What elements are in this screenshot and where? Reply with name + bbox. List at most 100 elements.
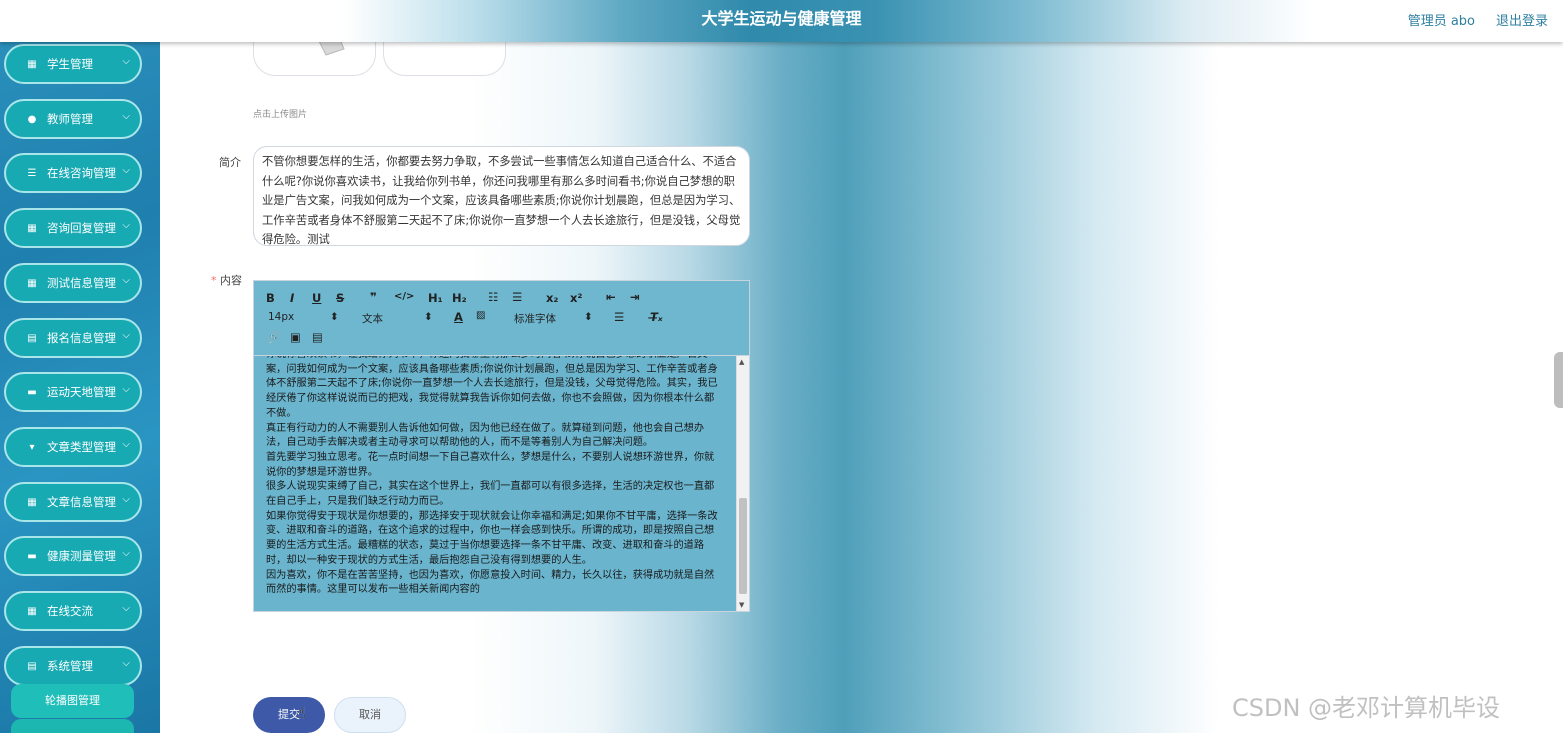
editor-content[interactable]: 你说你喜欢读书，让我给你列书单，你还问我哪里有那么多时间看书;你说自己梦想的职业… [254, 356, 736, 611]
content-paragraph: 很多人说现实束缚了自己，其实在这个世界上，我们一直都可以有很多选择，生活的决定权… [266, 481, 715, 508]
font-color-icon[interactable]: A [454, 310, 463, 324]
list-icon: ☰ [27, 167, 37, 179]
font-size-select[interactable]: 14px [268, 311, 294, 323]
chevron-down-icon: ⌵ [122, 56, 130, 67]
app-title: 大学生运动与健康管理 [701, 9, 862, 28]
chevron-down-icon: ⌵ [122, 111, 130, 122]
chevron-down-icon: ⌵ [122, 330, 130, 341]
sidebar-item-label: 文章类型管理 [47, 440, 116, 454]
scrollbar-thumb[interactable] [739, 498, 747, 594]
logout-link[interactable]: 退出登录 [1496, 10, 1548, 29]
underline-button[interactable]: U [312, 291, 321, 305]
grid-icon: ▦ [27, 58, 37, 70]
editor-toolbar: B I U S ❞ </> H₁ H₂ ☷ ☰ x₂ x² ⇤ ⇥ 14px ⬍… [254, 281, 749, 356]
sidebar-item-signup[interactable]: ▤ 报名信息管理 ⌵ [4, 318, 142, 358]
current-user[interactable]: 管理员 abo [1408, 10, 1475, 29]
grid-icon: ▦ [27, 496, 37, 508]
font-size-value: 14px [268, 311, 295, 323]
chevron-updown-icon: ⬍ [330, 311, 339, 323]
clipboard-icon: ▤ [27, 660, 37, 672]
outdent-icon[interactable]: ⇤ [606, 290, 616, 304]
sidebar-item-sports[interactable]: ▬ 运动天地管理 ⌵ [4, 372, 142, 412]
grid-icon: ▦ [27, 277, 37, 289]
blockquote-icon[interactable]: ❞ [370, 290, 377, 304]
align-icon[interactable]: ☰ [614, 310, 624, 324]
sidebar-item-consult[interactable]: ☰ 在线咨询管理 ⌵ [4, 153, 142, 193]
sidebar-item-test[interactable]: ▦ 测试信息管理 ⌵ [4, 263, 142, 303]
scroll-up-icon[interactable]: ▲ [739, 358, 744, 366]
required-mark: * [211, 274, 217, 287]
chevron-updown-icon: ⬍ [424, 311, 433, 323]
header-select[interactable]: 文本 [362, 311, 383, 326]
content-paragraph: 首先要学习独立思考。花一点时间想一下自己喜欢什么，梦想是什么，不要别人说想环游世… [266, 451, 715, 478]
cup-icon: ▾ [29, 441, 35, 453]
scroll-down-icon[interactable]: ▼ [739, 601, 744, 609]
sidebar-item-article[interactable]: ▦ 文章信息管理 ⌵ [4, 482, 142, 522]
sidebar-item-student[interactable]: ▦ 学生管理 ⌵ [4, 44, 142, 84]
sidebar-item-label: 在线交流 [47, 604, 93, 618]
grid-icon: ▦ [27, 605, 37, 617]
hand-cursor-icon: ☝ [296, 703, 306, 722]
content-paragraph: 你说你喜欢读书，让我给你列书单，你还问我哪里有那么多时间看书;你说自己梦想的职业… [266, 356, 718, 419]
background-color-icon[interactable]: ▨ [476, 310, 485, 321]
chevron-down-icon: ⌵ [122, 439, 130, 450]
chevron-down-icon: ⌵ [122, 165, 130, 176]
sidebar: ▦ 学生管理 ⌵ ● 教师管理 ⌵ ☰ 在线咨询管理 ⌵ ▦ 咨询回复管理 ⌵ … [0, 42, 160, 733]
sidebar-item-label: 文章信息管理 [47, 495, 116, 509]
superscript-button[interactable]: x² [570, 291, 582, 305]
chat-icon: ▬ [27, 386, 37, 398]
content-paragraph: 因为喜欢，你不是在苦苦坚持，也因为喜欢，你愿意投入时间、精力，长久以往，获得成功… [266, 569, 715, 596]
bold-button[interactable]: B [266, 291, 275, 305]
content-paragraph: 真正有行动力的人不需要别人告诉他如何做，因为他已经在做了。就算碰到问题，他也会自… [266, 422, 705, 449]
sidebar-item-label: 系统管理 [47, 659, 93, 673]
font-family-select[interactable]: 标准字体 [514, 311, 556, 326]
ordered-list-icon[interactable]: ☷ [488, 290, 498, 304]
sidebar-item-reply[interactable]: ▦ 咨询回复管理 ⌵ [4, 208, 142, 248]
chevron-down-icon: ⌵ [122, 548, 130, 559]
editor-scrollbar[interactable]: ▲ ▼ [736, 356, 749, 611]
italic-button[interactable]: I [290, 291, 294, 305]
h2-button[interactable]: H₂ [452, 291, 467, 305]
intro-label: 简介 [219, 156, 241, 169]
sidebar-item-label: 学生管理 [47, 57, 93, 71]
top-header: 大学生运动与健康管理 管理员 abo 退出登录 [0, 0, 1563, 42]
chevron-down-icon: ⌵ [122, 603, 130, 614]
sidebar-subitem-next[interactable] [11, 719, 134, 733]
sidebar-item-teacher[interactable]: ● 教师管理 ⌵ [4, 99, 142, 139]
sidebar-item-system[interactable]: ▤ 系统管理 ⌵ [4, 646, 142, 686]
video-icon[interactable]: ▤ [312, 330, 323, 344]
code-block-icon[interactable]: </> [394, 291, 414, 302]
rich-text-editor: B I U S ❞ </> H₁ H₂ ☷ ☰ x₂ x² ⇤ ⇥ 14px ⬍… [253, 280, 750, 612]
cancel-button[interactable]: 取消 [334, 697, 406, 733]
font-family-value: 标准字体 [514, 313, 556, 325]
chevron-down-icon: ⌵ [122, 220, 130, 231]
content-label: * 内容 [211, 272, 242, 288]
watermark: CSDN @老邓计算机毕设 [1232, 694, 1501, 722]
sidebar-subitem-carousel[interactable]: 轮播图管理 [11, 684, 134, 718]
sidebar-item-article-type[interactable]: ▾ 文章类型管理 ⌵ [4, 427, 142, 467]
sidebar-item-label: 教师管理 [47, 112, 93, 126]
bullet-list-icon[interactable]: ☰ [512, 290, 522, 304]
link-icon[interactable]: 🔗 [266, 330, 280, 344]
strike-button[interactable]: S [336, 291, 344, 305]
intro-textarea[interactable]: 不管你想要怎样的生活，你都要去努力争取，不多尝试一些事情怎么知道自己适合什么、不… [253, 146, 750, 246]
sidebar-item-label: 咨询回复管理 [47, 221, 116, 235]
monitor-icon: ▬ [27, 550, 37, 562]
briefcase-icon: ▤ [27, 332, 37, 344]
sidebar-item-health[interactable]: ▬ 健康测量管理 ⌵ [4, 536, 142, 576]
submit-button[interactable]: 提交 [253, 697, 325, 733]
sidebar-item-label: 报名信息管理 [47, 331, 116, 345]
sidebar-item-label: 运动天地管理 [47, 385, 116, 399]
page-scroll-handle[interactable] [1554, 352, 1563, 408]
indent-icon[interactable]: ⇥ [630, 290, 640, 304]
sidebar-item-label: 健康测量管理 [47, 549, 116, 563]
chevron-down-icon: ⌵ [122, 275, 130, 286]
subscript-button[interactable]: x₂ [546, 291, 558, 305]
chevron-updown-icon: ⬍ [584, 311, 593, 323]
user-icon: ● [27, 113, 37, 125]
chevron-down-icon: ⌵ [122, 658, 130, 669]
clear-format-icon[interactable]: T̶ₓ [650, 310, 663, 324]
image-icon[interactable]: ▣ [290, 330, 301, 344]
h1-button[interactable]: H₁ [428, 291, 443, 305]
sidebar-item-chat[interactable]: ▦ 在线交流 ⌵ [4, 591, 142, 631]
